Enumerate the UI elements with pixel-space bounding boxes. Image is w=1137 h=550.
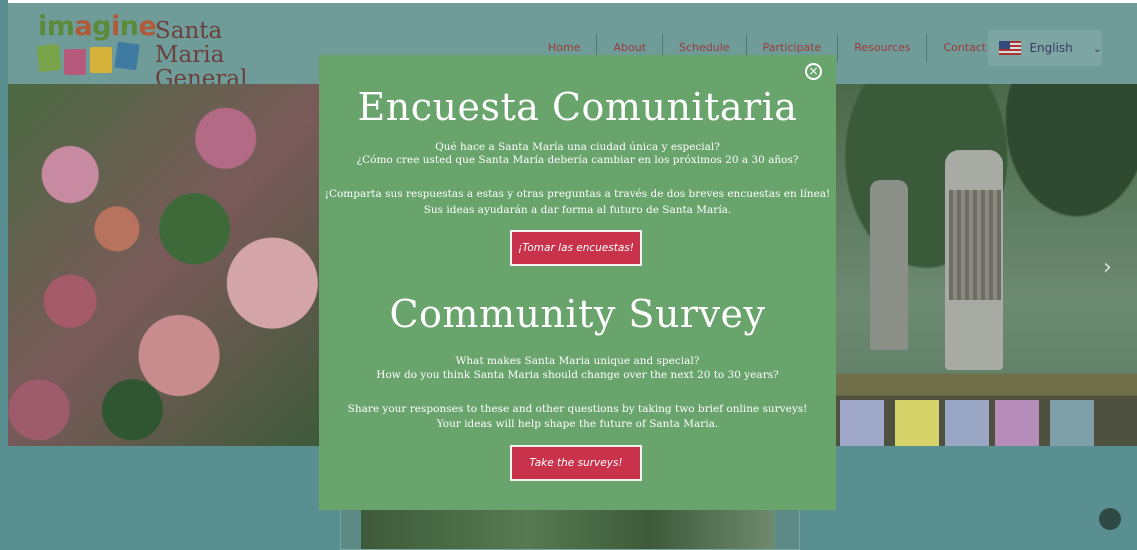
modal-text-en-1: What makes Santa Maria unique and specia… xyxy=(455,355,700,367)
chevron-right-icon[interactable]: › xyxy=(1103,255,1112,280)
survey-modal: × Encuesta Comunitaria Qué hace a Santa … xyxy=(319,55,836,510)
modal-text-es-1: Qué hace a Santa María una ciudad única … xyxy=(435,141,720,153)
hero-image-flowers xyxy=(8,84,319,446)
chat-icon[interactable] xyxy=(1099,508,1121,530)
papel-picado-decoration xyxy=(840,400,884,446)
modal-title-en: Community Survey xyxy=(389,292,766,336)
logo-wordmark: imagine xyxy=(38,11,157,42)
modal-text-es-3: ¡Comparta sus respuestas a estas y otras… xyxy=(324,188,831,200)
modal-text-es-4: Sus ideas ayudarán a dar forma al futuro… xyxy=(423,204,732,216)
modal-text-en-3: Share your responses to these and other … xyxy=(347,403,808,415)
papel-picado-decoration xyxy=(1050,400,1094,446)
take-surveys-button-es[interactable]: ¡Tomar las encuestas! xyxy=(510,230,642,266)
chevron-down-icon: ⌄ xyxy=(1092,41,1102,55)
language-selector[interactable]: English ⌄ xyxy=(988,30,1102,66)
papel-picado-decoration xyxy=(995,400,1039,446)
papel-picado-decoration xyxy=(945,400,989,446)
nav-resources[interactable]: Resources xyxy=(838,34,928,62)
site-logo[interactable]: imagine Santa Maria General Plan xyxy=(36,11,298,115)
dancer-figure xyxy=(945,150,1003,370)
close-icon[interactable]: × xyxy=(805,63,822,80)
language-label: English xyxy=(1029,41,1073,55)
modal-text-en-4: Your ideas will help shape the future of… xyxy=(436,418,719,430)
papel-picado-icon xyxy=(36,41,148,79)
us-flag-icon xyxy=(999,41,1022,55)
papel-picado-decoration xyxy=(895,400,939,446)
dancer-figure xyxy=(870,180,908,350)
modal-text-es-2: ¿Cómo cree usted que Santa María debería… xyxy=(356,154,799,166)
modal-text-en-2: How do you think Santa Maria should chan… xyxy=(376,369,779,381)
modal-title-es: Encuesta Comunitaria xyxy=(357,85,798,129)
take-surveys-button-en[interactable]: Take the surveys! xyxy=(510,445,642,481)
